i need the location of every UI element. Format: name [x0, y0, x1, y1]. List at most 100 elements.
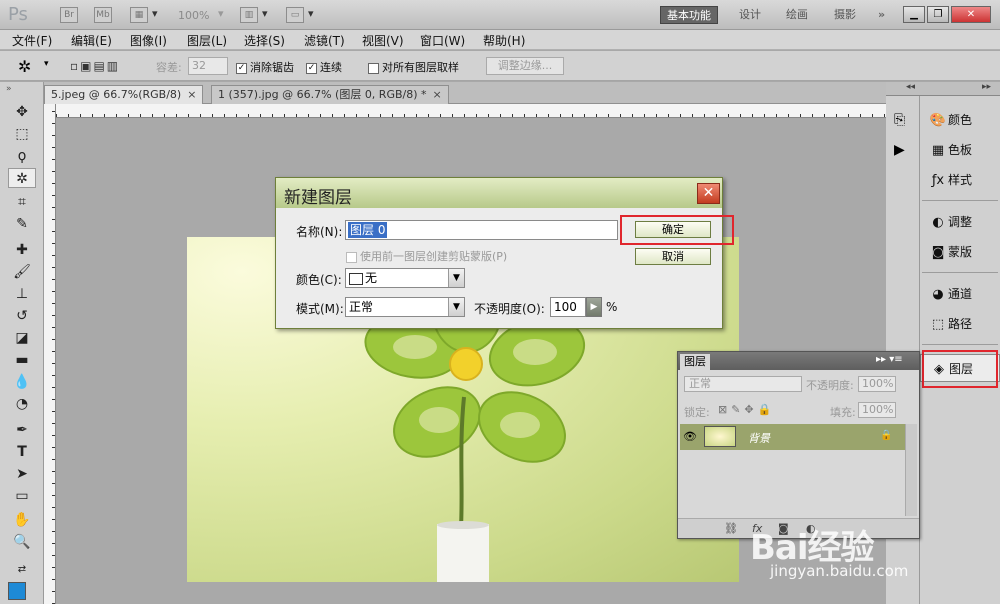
- menu-layer[interactable]: 图层(L): [187, 32, 227, 49]
- menu-select[interactable]: 选择(S): [244, 32, 285, 49]
- layer-opacity-input[interactable]: 100%: [858, 376, 896, 392]
- panel-channels[interactable]: ◕ 通道: [920, 280, 1000, 308]
- refine-edge-button[interactable]: 调整边缘...: [486, 57, 564, 75]
- layer-row-background[interactable]: 👁 背景 🔒: [680, 424, 905, 450]
- panel-label: 通道: [948, 287, 973, 301]
- chevron-down-icon[interactable]: ▾: [308, 7, 314, 20]
- workspace-photography[interactable]: 摄影: [828, 6, 862, 24]
- actions-panel-icon[interactable]: ▶: [894, 142, 905, 158]
- lasso-tool-icon[interactable]: ϙ: [8, 146, 36, 166]
- panel-masks[interactable]: ◙ 蒙版: [920, 238, 1000, 266]
- layers-panel-header[interactable]: 图层 ▸▸ ▾≡: [678, 352, 919, 370]
- healing-brush-icon[interactable]: ✚: [8, 240, 36, 260]
- opacity-slider-button[interactable]: ▶: [586, 297, 602, 317]
- minibridge-icon[interactable]: Mb: [94, 7, 112, 23]
- layer-name[interactable]: 背景: [748, 430, 770, 446]
- crop-tool-icon[interactable]: ⌗: [8, 192, 36, 212]
- magic-wand-icon[interactable]: ✲: [18, 57, 31, 76]
- view-extras-icon[interactable]: ▦: [130, 7, 148, 23]
- blend-mode-select[interactable]: 正常: [684, 376, 802, 392]
- path-selection-icon[interactable]: ➤: [8, 464, 36, 484]
- history-brush-icon[interactable]: ↺: [8, 306, 36, 326]
- mode-select[interactable]: 正常 ▼: [345, 297, 465, 317]
- expand-icon[interactable]: ▸▸: [982, 82, 991, 92]
- workspace-essentials[interactable]: 基本功能: [660, 6, 718, 24]
- restore-icon[interactable]: ❐: [927, 6, 949, 23]
- workspace-painting[interactable]: 绘画: [780, 6, 814, 24]
- hand-tool-icon[interactable]: ✋: [8, 510, 36, 530]
- foreground-color-swatch[interactable]: [8, 582, 26, 600]
- brush-tool-icon[interactable]: 🖌: [8, 262, 36, 282]
- pen-tool-icon[interactable]: ✒: [8, 420, 36, 440]
- cancel-button[interactable]: 取消: [635, 248, 711, 265]
- marquee-tool-icon[interactable]: ⬚: [8, 124, 36, 144]
- layers-tab[interactable]: 图层: [680, 354, 710, 370]
- magic-wand-tool-icon[interactable]: ✲: [8, 168, 36, 188]
- chevron-down-icon: ▼: [448, 298, 464, 316]
- vertical-ruler: [44, 104, 56, 604]
- type-tool-icon[interactable]: T: [8, 442, 36, 462]
- eraser-tool-icon[interactable]: ◪: [8, 328, 36, 348]
- lock-icons[interactable]: ⊠✎✥🔒: [718, 403, 775, 416]
- menu-edit[interactable]: 编辑(E): [71, 32, 112, 49]
- link-layers-icon[interactable]: ⛓: [724, 522, 738, 535]
- panel-swatches[interactable]: ▦ 色板: [920, 136, 1000, 164]
- menu-image[interactable]: 图像(I): [130, 32, 167, 49]
- tolerance-input[interactable]: 32: [188, 57, 228, 75]
- tab-document-2[interactable]: 1 (357).jpg @ 66.7% (图层 0, RGB/8) * ×: [211, 85, 449, 104]
- layers-scrollbar[interactable]: [905, 424, 917, 516]
- panel-color[interactable]: 🎨 颜色: [920, 106, 1000, 134]
- close-icon[interactable]: ×: [187, 88, 196, 101]
- close-icon[interactable]: ✕: [951, 6, 991, 23]
- collapse-icon[interactable]: ◂◂: [906, 82, 915, 92]
- panel-styles[interactable]: ƒx 样式: [920, 166, 1000, 194]
- selection-mode-icons[interactable]: ▫▣▤▥: [70, 59, 120, 73]
- chevron-down-icon[interactable]: ▾: [152, 7, 158, 20]
- application-bar: Ps Br Mb ▦ ▾ 100% ▾ ▥ ▾ ▭ ▾ 基本功能 设计 绘画 摄…: [0, 0, 1000, 30]
- swap-colors-icon[interactable]: ⇄: [8, 560, 36, 580]
- fill-input[interactable]: 100%: [858, 402, 896, 418]
- bridge-icon[interactable]: Br: [60, 7, 78, 23]
- panel-menu-icon[interactable]: ▸▸ ▾≡: [876, 354, 903, 365]
- dodge-tool-icon[interactable]: ◔: [8, 394, 36, 414]
- gradient-tool-icon[interactable]: ▬: [8, 350, 36, 370]
- menu-view[interactable]: 视图(V): [362, 32, 404, 49]
- dialog-titlebar[interactable]: 新建图层 ✕: [276, 178, 722, 208]
- close-icon[interactable]: ✕: [697, 183, 720, 204]
- layer-name-input[interactable]: 图层 0: [345, 220, 618, 240]
- eyedropper-tool-icon[interactable]: ✎: [8, 214, 36, 234]
- minimize-icon[interactable]: ▁: [903, 6, 925, 23]
- shape-tool-icon[interactable]: ▭: [8, 486, 36, 506]
- chevron-down-icon[interactable]: ▾: [44, 59, 49, 69]
- chevron-down-icon[interactable]: ▾: [218, 7, 224, 20]
- panel-paths[interactable]: ⬚ 路径: [920, 310, 1000, 338]
- antialias-checkbox[interactable]: ✓ 消除锯齿: [236, 59, 294, 75]
- menu-file[interactable]: 文件(F): [12, 32, 52, 49]
- more-workspaces-icon[interactable]: »: [872, 6, 891, 24]
- clipping-mask-checkbox[interactable]: 使用前一图层创建剪贴蒙版(P): [346, 248, 507, 264]
- chevron-down-icon[interactable]: ▾: [262, 7, 268, 20]
- contiguous-checkbox[interactable]: ✓ 连续: [306, 59, 342, 75]
- move-tool-icon[interactable]: ✥: [8, 102, 36, 122]
- menu-help[interactable]: 帮助(H): [483, 32, 525, 49]
- opacity-input[interactable]: 100: [550, 297, 586, 317]
- panel-label: 路径: [948, 317, 973, 331]
- panel-adjustments[interactable]: ◐ 调整: [920, 208, 1000, 236]
- history-panel-icon[interactable]: ⎘: [894, 112, 905, 128]
- arrange-documents-icon[interactable]: ▥: [240, 7, 258, 23]
- workspace-design[interactable]: 设计: [733, 6, 767, 24]
- eye-icon[interactable]: 👁: [683, 430, 697, 443]
- close-icon[interactable]: ×: [433, 88, 442, 101]
- zoom-tool-icon[interactable]: 🔍: [8, 532, 36, 552]
- sample-all-layers-checkbox[interactable]: 对所有图层取样: [368, 59, 459, 75]
- blur-tool-icon[interactable]: 💧: [8, 372, 36, 392]
- panel-label: 色板: [948, 143, 973, 157]
- zoom-level[interactable]: 100%: [178, 9, 209, 22]
- screen-mode-icon[interactable]: ▭: [286, 7, 304, 23]
- tab-document-1[interactable]: 5.jpeg @ 66.7%(RGB/8) ×: [44, 85, 204, 104]
- color-select[interactable]: 无 ▼: [345, 268, 465, 288]
- menu-filter[interactable]: 滤镜(T): [304, 32, 345, 49]
- clone-stamp-icon[interactable]: ⊥: [8, 284, 36, 304]
- menu-window[interactable]: 窗口(W): [420, 32, 465, 49]
- collapse-icon[interactable]: »: [6, 84, 12, 94]
